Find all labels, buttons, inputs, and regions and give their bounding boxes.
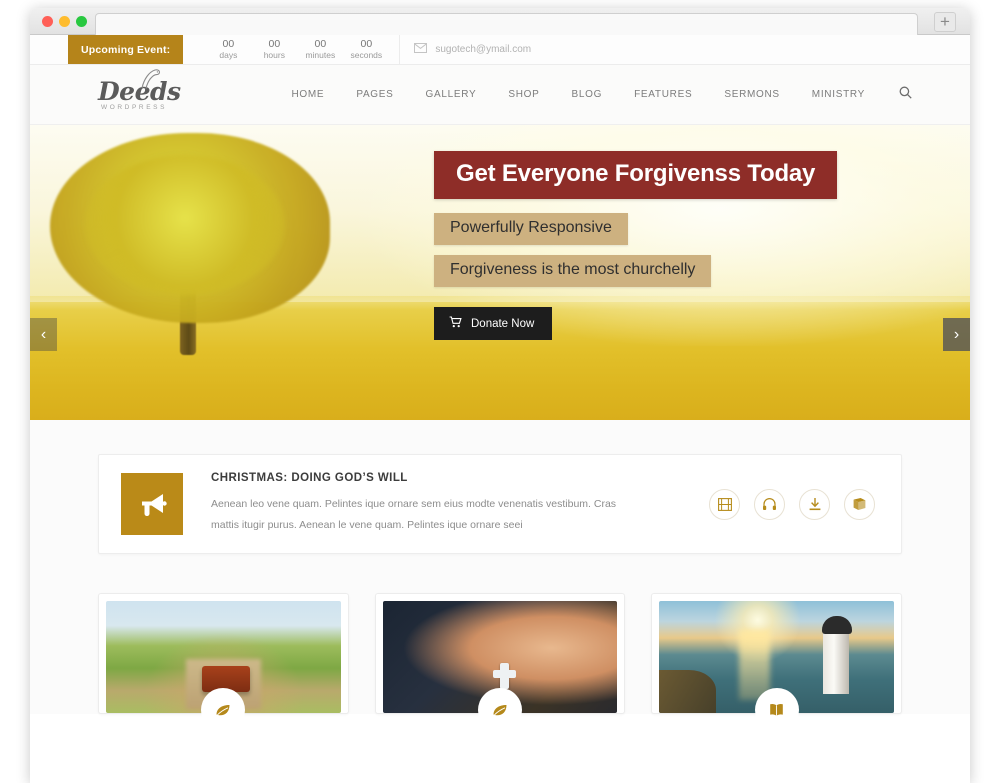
book-icon[interactable] — [844, 488, 875, 520]
film-icon[interactable] — [709, 488, 740, 520]
browser-titlebar: + — [30, 8, 970, 35]
lighthouse-lantern — [821, 615, 852, 634]
book-icon — [754, 688, 799, 732]
feature-card[interactable] — [651, 593, 903, 732]
countdown-seconds: 00 seconds — [343, 38, 389, 61]
nav-item-features[interactable]: FEATURES — [618, 89, 708, 100]
hero-subtitle-secondary: Forgiveness is the most churchelly — [434, 255, 712, 287]
countdown-hours-label: hours — [263, 50, 285, 60]
sermon-actions — [709, 488, 879, 520]
cart-icon — [449, 316, 462, 331]
countdown-days: 00 days — [205, 38, 251, 61]
nav-item-home[interactable]: HOME — [276, 89, 341, 100]
countdown-seconds-label: seconds — [350, 50, 383, 60]
donate-now-button[interactable]: Donate Now — [434, 307, 553, 340]
search-icon[interactable] — [881, 86, 918, 104]
contact-email[interactable]: sugotech@ymail.com — [414, 35, 531, 64]
headphones-icon[interactable] — [754, 488, 785, 520]
browser-window: + Upcoming Event: 00 days 00 hours 00 mi… — [30, 8, 970, 783]
hero-slider: Get Everyone Forgivenss Today Powerfully… — [30, 125, 970, 420]
window-controls[interactable] — [42, 16, 87, 27]
top-utility-bar: Upcoming Event: 00 days 00 hours 00 minu… — [30, 35, 970, 65]
lighthouse-tower — [823, 625, 850, 694]
countdown-days-label: days — [219, 50, 238, 60]
leaf-icon — [478, 688, 522, 732]
download-icon[interactable] — [799, 488, 830, 520]
browser-tab[interactable] — [95, 13, 918, 35]
page-bottom-fade — [30, 761, 970, 783]
hero-tree-canopy-inner — [85, 155, 285, 295]
feature-card[interactable] — [98, 593, 349, 732]
donate-now-label: Donate Now — [471, 317, 535, 330]
nav-item-pages[interactable]: PAGES — [340, 89, 409, 100]
hero-content: Get Everyone Forgivenss Today Powerfully… — [434, 151, 838, 340]
nav-item-sermons[interactable]: SERMONS — [708, 89, 795, 100]
feature-card[interactable] — [374, 593, 626, 732]
page-viewport: Upcoming Event: 00 days 00 hours 00 minu… — [30, 35, 970, 783]
dove-icon — [138, 67, 164, 96]
countdown-hours: 00 hours — [251, 38, 297, 61]
upcoming-event-badge: Upcoming Event: — [68, 35, 184, 64]
sermon-description: Aenean leo vene quam. Pelintes ique orna… — [211, 498, 617, 531]
leaf-icon — [201, 688, 246, 732]
maximize-window-button[interactable] — [76, 16, 87, 27]
cliff-shape — [659, 670, 716, 713]
sermon-title: CHRISTMAS: DOING GOD’S WILL — [211, 472, 408, 484]
site-logo[interactable]: Deeds WORDPRESS — [98, 68, 213, 111]
site-logo-subtitle: WORDPRESS — [101, 103, 168, 111]
event-countdown: 00 days 00 hours 00 minutes 00 seconds — [205, 35, 389, 64]
site-header: Deeds WORDPRESS HOME PAGES GALLERY SHOP … — [30, 65, 970, 125]
slider-prev-button[interactable]: ‹ — [30, 318, 57, 351]
new-tab-button[interactable]: + — [934, 12, 956, 32]
nav-item-blog[interactable]: BLOG — [556, 89, 619, 100]
sermon-announcement-card[interactable]: CHRISTMAS: DOING GOD’S WILL Aenean leo v… — [98, 454, 902, 554]
contact-email-text: sugotech@ymail.com — [435, 44, 532, 55]
countdown-minutes-value: 00 — [314, 38, 327, 50]
close-window-button[interactable] — [42, 16, 53, 27]
megaphone-icon — [121, 473, 183, 535]
feature-cards-row — [98, 593, 903, 732]
minimize-window-button[interactable] — [59, 16, 70, 27]
countdown-days-value: 00 — [222, 38, 235, 50]
main-navigation: HOME PAGES GALLERY SHOP BLOG FEATURES SE… — [276, 86, 919, 104]
cross-shape — [493, 662, 516, 689]
countdown-minutes-label: minutes — [305, 50, 336, 60]
sun-reflection — [739, 630, 770, 700]
topbar-divider — [399, 35, 401, 65]
hero-subtitle-primary: Powerfully Responsive — [434, 213, 628, 245]
countdown-seconds-value: 00 — [360, 38, 373, 50]
sermon-body: CHRISTMAS: DOING GOD’S WILL Aenean leo v… — [211, 472, 641, 536]
countdown-minutes: 00 minutes — [297, 38, 343, 61]
countdown-hours-value: 00 — [268, 38, 281, 50]
envelope-icon — [414, 43, 428, 56]
nav-item-ministry[interactable]: MINISTRY — [796, 89, 881, 100]
hero-title: Get Everyone Forgivenss Today — [434, 151, 838, 199]
nav-item-gallery[interactable]: GALLERY — [410, 89, 493, 100]
slider-next-button[interactable]: › — [943, 318, 970, 351]
nav-item-shop[interactable]: SHOP — [492, 89, 555, 100]
content-section: CHRISTMAS: DOING GOD’S WILL Aenean leo v… — [30, 420, 970, 732]
